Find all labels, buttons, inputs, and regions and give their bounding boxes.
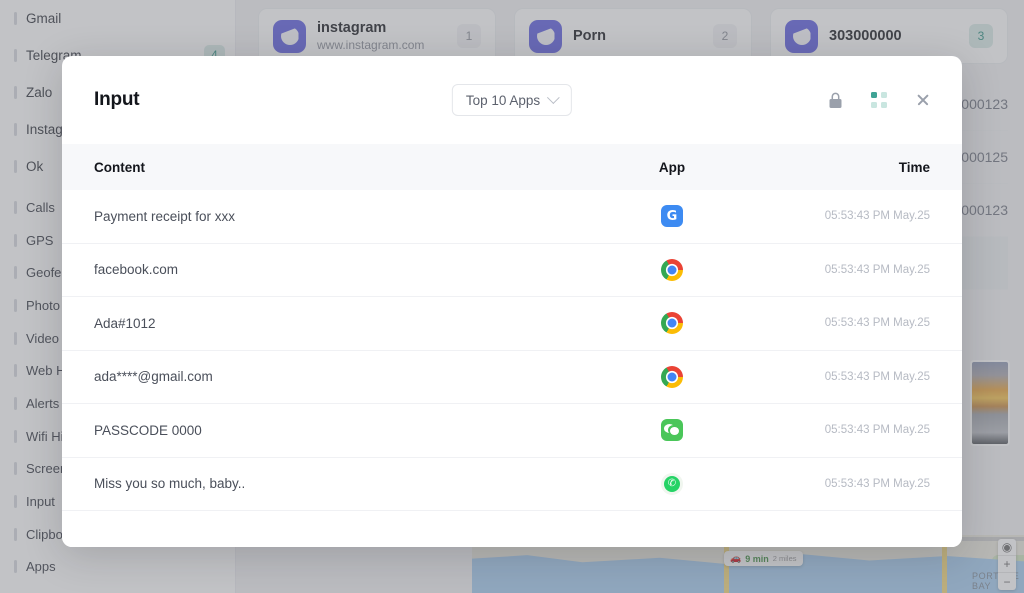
cell-app — [582, 419, 762, 441]
cell-content: Miss you so much, baby.. — [94, 476, 582, 491]
cell-app: G — [582, 205, 762, 227]
number-value: 000125 — [961, 149, 1008, 165]
cell-app — [582, 259, 762, 281]
map-route-time: 9 min — [745, 554, 769, 564]
table-footer-space — [62, 511, 962, 547]
sidebar-item-apps[interactable]: Apps — [0, 551, 235, 584]
bullet-icon — [14, 86, 17, 99]
bullet-icon — [14, 234, 17, 247]
bullet-icon — [14, 430, 17, 443]
input-table: Content App Time Payment receipt for xxx… — [62, 144, 962, 547]
chrome-icon — [661, 366, 683, 388]
photo-strip — [970, 360, 1010, 446]
cell-time: 05:53:43 PM May.25 — [762, 264, 930, 276]
top-apps-dropdown[interactable]: Top 10 Apps — [452, 84, 572, 116]
cell-content: PASSCODE 0000 — [94, 423, 582, 438]
app-card-name: Porn — [573, 28, 702, 44]
cell-app: ✆ — [582, 473, 762, 495]
app-avatar-icon — [273, 20, 306, 53]
bullet-icon — [14, 528, 17, 541]
cell-time: 05:53:43 PM May.25 — [762, 210, 930, 222]
map-zoom-in-button[interactable]: + — [998, 556, 1016, 573]
table-header-row: Content App Time — [62, 144, 962, 190]
lock-icon — [828, 92, 843, 109]
modal-header-actions — [822, 87, 936, 113]
table-row[interactable]: ada****@gmail.com 05:53:43 PM May.25 — [62, 351, 962, 405]
bullet-icon — [14, 123, 17, 136]
cell-time: 05:53:43 PM May.25 — [762, 424, 930, 436]
chevron-down-icon — [547, 91, 560, 104]
modal-header: Input Top 10 Apps — [62, 56, 962, 144]
map-route-badge: 🚗 9 min 2 miles — [724, 551, 803, 566]
cell-content: Payment receipt for xxx — [94, 209, 582, 224]
table-row[interactable]: Miss you so much, baby.. ✆ 05:53:43 PM May… — [62, 458, 962, 512]
input-modal: Input Top 10 Apps — [62, 56, 962, 547]
app-card-text: 303000000 — [829, 28, 958, 44]
wechat-icon — [661, 419, 683, 441]
bullet-icon — [14, 299, 17, 312]
number-value: 000123 — [961, 96, 1008, 112]
table-body: Payment receipt for xxx G 05:53:43 PM May.… — [62, 190, 962, 511]
table-row[interactable]: PASSCODE 0000 05:53:43 PM May.25 — [62, 404, 962, 458]
bullet-icon — [14, 364, 17, 377]
table-row[interactable]: Ada#1012 05:53:43 PM May.25 — [62, 297, 962, 351]
map-zoom-out-button[interactable]: − — [998, 573, 1016, 590]
lock-button[interactable] — [822, 87, 848, 113]
app-card-count: 2 — [713, 24, 737, 48]
table-row[interactable]: Payment receipt for xxx G 05:53:43 PM May.… — [62, 190, 962, 244]
table-row[interactable]: facebook.com 05:53:43 PM May.25 — [62, 244, 962, 298]
column-header-content: Content — [94, 160, 582, 175]
map-controls[interactable]: ◉ + − — [998, 539, 1016, 590]
bullet-icon — [14, 160, 17, 173]
grid-icon — [871, 92, 887, 108]
app-avatar-icon — [529, 20, 562, 53]
cell-app — [582, 366, 762, 388]
cell-time: 05:53:43 PM May.25 — [762, 317, 930, 329]
app-avatar-icon — [785, 20, 818, 53]
cell-time: 05:53:43 PM May.25 — [762, 478, 930, 490]
app-card-count: 3 — [969, 24, 993, 48]
grid-view-button[interactable] — [866, 87, 892, 113]
chrome-icon — [661, 259, 683, 281]
car-icon: 🚗 — [730, 553, 741, 564]
sidebar-account-item[interactable]: Gmail — [0, 0, 235, 37]
sidebar-item-label: Apps — [26, 559, 225, 574]
app-card-name: instagram — [317, 20, 446, 36]
bullet-icon — [14, 397, 17, 410]
app-card-list: instagram www.instagram.com 1 Porn 2 30300000… — [236, 0, 1024, 64]
close-button[interactable] — [910, 87, 936, 113]
sidebar-account-label: Gmail — [26, 11, 225, 26]
column-header-app: App — [582, 160, 762, 175]
close-icon — [916, 93, 930, 107]
cell-app — [582, 312, 762, 334]
photo-thumbnail[interactable] — [970, 360, 1010, 446]
app-card-text: Porn — [573, 28, 702, 44]
cell-content: ada****@gmail.com — [94, 369, 582, 384]
app-card-count: 1 — [457, 24, 481, 48]
bullet-icon — [14, 332, 17, 345]
gmail-icon: G — [661, 205, 683, 227]
column-header-time: Time — [762, 160, 930, 175]
cell-content: Ada#1012 — [94, 316, 582, 331]
map-route-distance: 2 miles — [773, 554, 797, 563]
cell-content: facebook.com — [94, 262, 582, 277]
app-card-subtitle: www.instagram.com — [317, 38, 446, 52]
chrome-icon — [661, 312, 683, 334]
bullet-icon — [14, 495, 17, 508]
app-card-name: 303000000 — [829, 28, 958, 44]
whatsapp-icon: ✆ — [661, 473, 683, 495]
bullet-icon — [14, 201, 17, 214]
modal-title: Input — [94, 89, 139, 111]
bullet-icon — [14, 266, 17, 279]
map-locate-button[interactable]: ◉ — [998, 539, 1016, 556]
bullet-icon — [14, 49, 17, 62]
cell-time: 05:53:43 PM May.25 — [762, 371, 930, 383]
bullet-icon — [14, 560, 17, 573]
bullet-icon — [14, 12, 17, 25]
screen: GmailTelegram4ZaloInstagramOk CallsGPSGe… — [0, 0, 1024, 593]
top-apps-dropdown-label: Top 10 Apps — [466, 93, 540, 108]
bullet-icon — [14, 462, 17, 475]
app-card-text: instagram www.instagram.com — [317, 20, 446, 52]
